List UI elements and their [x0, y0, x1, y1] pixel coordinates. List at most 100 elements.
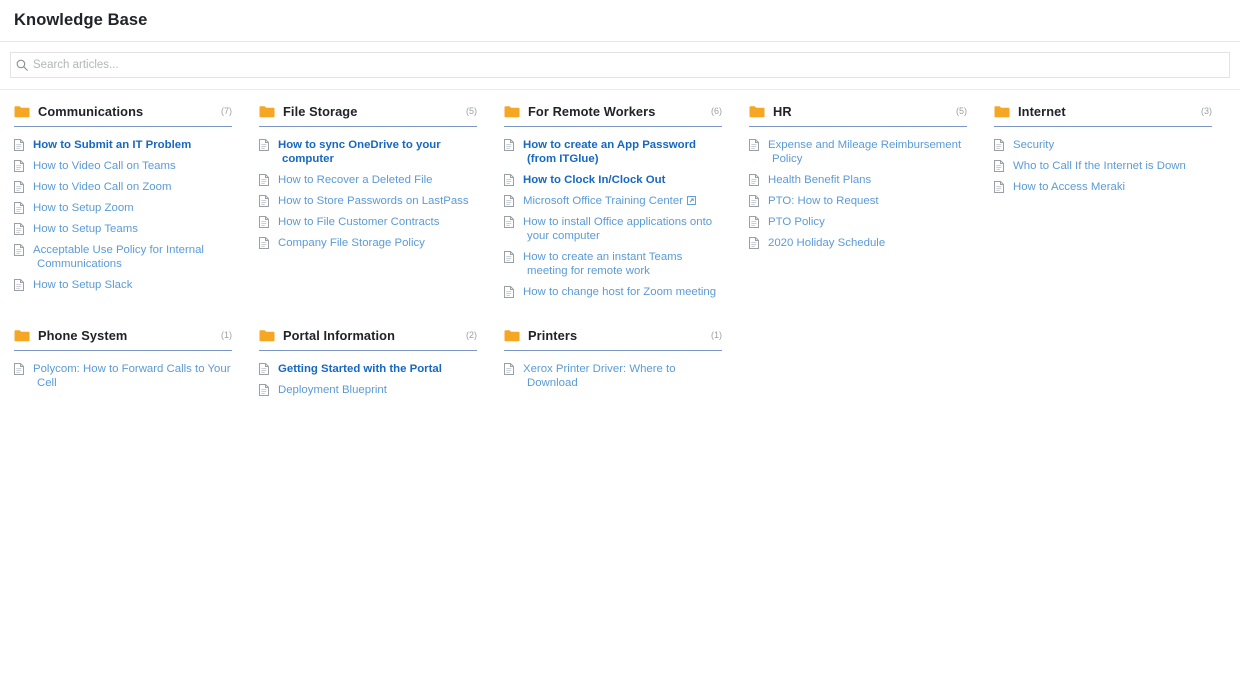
search-input[interactable]: [33, 53, 1229, 77]
category-header[interactable]: File Storage (5): [259, 104, 477, 127]
article-list-item[interactable]: How to Store Passwords on LastPass: [259, 194, 477, 208]
category-title: For Remote Workers: [528, 104, 656, 119]
category-article-count: (2): [466, 330, 477, 340]
article-link[interactable]: How to sync OneDrive to your computer: [278, 138, 477, 166]
article-list-item[interactable]: 2020 Holiday Schedule: [749, 236, 967, 250]
article-list-item[interactable]: PTO: How to Request: [749, 194, 967, 208]
article-list-item[interactable]: How to Video Call on Teams: [14, 159, 232, 173]
article-list-item[interactable]: Xerox Printer Driver: Where to Download: [504, 362, 722, 390]
page-title: Knowledge Base: [14, 11, 148, 29]
document-icon: [259, 363, 269, 375]
document-icon: [504, 195, 514, 207]
article-link[interactable]: How to change host for Zoom meeting: [523, 285, 716, 299]
article-list-item[interactable]: How to install Office applications onto …: [504, 215, 722, 243]
article-link[interactable]: Who to Call If the Internet is Down: [1013, 159, 1186, 173]
article-link[interactable]: 2020 Holiday Schedule: [768, 236, 885, 250]
article-link[interactable]: Xerox Printer Driver: Where to Download: [523, 362, 722, 390]
document-icon: [749, 174, 759, 186]
document-icon: [14, 223, 24, 235]
document-icon: [259, 384, 269, 396]
article-list-item[interactable]: How to Setup Teams: [14, 222, 232, 236]
document-icon: [259, 237, 269, 249]
category-header[interactable]: For Remote Workers (6): [504, 104, 722, 127]
document-icon: [14, 160, 24, 172]
article-link[interactable]: How to create an instant Teams meeting f…: [523, 250, 722, 278]
article-list-item[interactable]: Security: [994, 138, 1212, 152]
category-header[interactable]: HR (5): [749, 104, 967, 127]
article-list-item[interactable]: Polycom: How to Forward Calls to Your Ce…: [14, 362, 232, 390]
article-link[interactable]: How to Setup Slack: [33, 278, 132, 292]
category-internet: Internet (3) Security Who to Call If the…: [994, 104, 1239, 201]
page-header: Knowledge Base: [0, 0, 1240, 42]
article-list-item[interactable]: Who to Call If the Internet is Down: [994, 159, 1212, 173]
article-list-item[interactable]: Company File Storage Policy: [259, 236, 477, 250]
article-link[interactable]: Deployment Blueprint: [278, 383, 387, 397]
article-link[interactable]: PTO: How to Request: [768, 194, 879, 208]
article-link[interactable]: Acceptable Use Policy for Internal Commu…: [33, 243, 232, 271]
article-link[interactable]: How to Access Meraki: [1013, 180, 1125, 194]
article-list-item[interactable]: How to change host for Zoom meeting: [504, 285, 722, 299]
article-link[interactable]: How to Setup Teams: [33, 222, 138, 236]
category-header[interactable]: Phone System (1): [14, 328, 232, 351]
article-list-item[interactable]: How to sync OneDrive to your computer: [259, 138, 477, 166]
article-link[interactable]: Expense and Mileage Reimbursement Policy: [768, 138, 967, 166]
article-list-item[interactable]: Getting Started with the Portal: [259, 362, 477, 376]
category-title: Portal Information: [283, 328, 395, 343]
article-list-item[interactable]: How to Access Meraki: [994, 180, 1212, 194]
category-article-count: (7): [221, 106, 232, 116]
article-list-item[interactable]: Expense and Mileage Reimbursement Policy: [749, 138, 967, 166]
article-list-item[interactable]: How to Recover a Deleted File: [259, 173, 477, 187]
article-link[interactable]: How to Video Call on Zoom: [33, 180, 171, 194]
article-link[interactable]: How to Clock In/Clock Out: [523, 173, 665, 187]
article-list: Expense and Mileage Reimbursement Policy…: [749, 127, 967, 250]
article-link[interactable]: Microsoft Office Training Center: [523, 194, 696, 208]
article-link[interactable]: Health Benefit Plans: [768, 173, 871, 187]
article-list: Xerox Printer Driver: Where to Download: [504, 351, 722, 390]
article-link[interactable]: Polycom: How to Forward Calls to Your Ce…: [33, 362, 232, 390]
article-link[interactable]: How to install Office applications onto …: [523, 215, 722, 243]
article-list-item[interactable]: Deployment Blueprint: [259, 383, 477, 397]
category-header[interactable]: Internet (3): [994, 104, 1212, 127]
category-header[interactable]: Communications (7): [14, 104, 232, 127]
document-icon: [14, 279, 24, 291]
document-icon: [749, 216, 759, 228]
document-icon: [14, 181, 24, 193]
article-list-item[interactable]: How to File Customer Contracts: [259, 215, 477, 229]
document-icon: [259, 195, 269, 207]
category-article-count: (1): [711, 330, 722, 340]
article-list-item[interactable]: How to create an instant Teams meeting f…: [504, 250, 722, 278]
search-field-wrapper[interactable]: [10, 52, 1230, 78]
article-list-item[interactable]: How to Submit an IT Problem: [14, 138, 232, 152]
article-link[interactable]: How to Store Passwords on LastPass: [278, 194, 469, 208]
article-list-item[interactable]: Acceptable Use Policy for Internal Commu…: [14, 243, 232, 271]
article-list-item[interactable]: How to Setup Slack: [14, 278, 232, 292]
article-link[interactable]: Security: [1013, 138, 1054, 152]
document-icon: [504, 286, 514, 298]
article-list-item[interactable]: How to create an App Password (from ITGl…: [504, 138, 722, 166]
article-link[interactable]: Getting Started with the Portal: [278, 362, 442, 376]
category-title: Internet: [1018, 104, 1066, 119]
article-link[interactable]: How to Video Call on Teams: [33, 159, 176, 173]
folder-icon: [259, 329, 275, 342]
category-article-count: (6): [711, 106, 722, 116]
article-list-item[interactable]: PTO Policy: [749, 215, 967, 229]
article-link[interactable]: How to Submit an IT Problem: [33, 138, 191, 152]
article-list: How to create an App Password (from ITGl…: [504, 127, 722, 299]
article-link[interactable]: How to create an App Password (from ITGl…: [523, 138, 722, 166]
article-link[interactable]: Company File Storage Policy: [278, 236, 425, 250]
article-list-item[interactable]: How to Video Call on Zoom: [14, 180, 232, 194]
document-icon: [14, 202, 24, 214]
category-header[interactable]: Portal Information (2): [259, 328, 477, 351]
category-header[interactable]: Printers (1): [504, 328, 722, 351]
article-link[interactable]: PTO Policy: [768, 215, 825, 229]
document-icon: [994, 160, 1004, 172]
category-article-count: (5): [956, 106, 967, 116]
article-list-item[interactable]: How to Setup Zoom: [14, 201, 232, 215]
article-list-item[interactable]: Microsoft Office Training Center: [504, 194, 722, 208]
article-list-item[interactable]: Health Benefit Plans: [749, 173, 967, 187]
article-link[interactable]: How to Recover a Deleted File: [278, 173, 432, 187]
category-article-count: (5): [466, 106, 477, 116]
article-link[interactable]: How to File Customer Contracts: [278, 215, 439, 229]
article-link[interactable]: How to Setup Zoom: [33, 201, 134, 215]
article-list-item[interactable]: How to Clock In/Clock Out: [504, 173, 722, 187]
